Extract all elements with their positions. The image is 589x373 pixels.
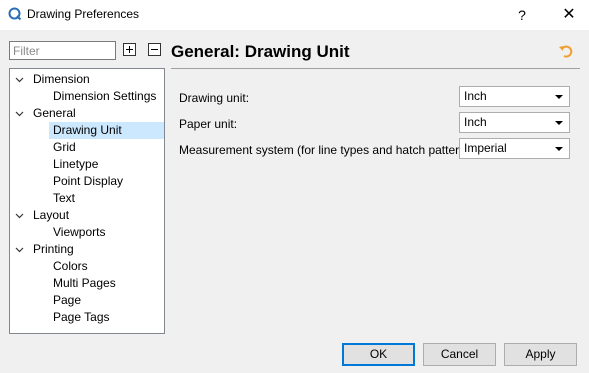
window-title: Drawing Preferences: [27, 7, 140, 21]
close-button[interactable]: ✕: [549, 0, 589, 30]
header-divider: [171, 68, 580, 69]
measurement-system-select[interactable]: Imperial: [459, 138, 570, 159]
tree-item-label: Grid: [53, 140, 76, 154]
tree-item-label: Drawing Unit: [53, 123, 122, 137]
tree-item-layout[interactable]: Layout: [10, 207, 164, 224]
drawing-unit-select[interactable]: Inch: [459, 86, 570, 107]
dropdown-arrow-icon: [555, 95, 563, 99]
filter-input[interactable]: [9, 41, 116, 60]
tree-item-text[interactable]: Text: [53, 190, 75, 207]
tree-item-dimension-settings[interactable]: Dimension Settings: [53, 88, 156, 105]
tree-item-label: Dimension Settings: [53, 89, 157, 103]
paper-unit-select[interactable]: Inch: [459, 112, 570, 133]
tree-item-linetype[interactable]: Linetype: [53, 156, 98, 173]
title-bar: Drawing Preferences ? ✕: [0, 0, 589, 30]
category-tree[interactable]: Dimension Dimension Settings General Dra…: [9, 68, 165, 334]
tree-item-dimension[interactable]: Dimension: [10, 71, 164, 88]
chevron-down-icon: [15, 77, 24, 83]
tree-item-label: Layout: [33, 208, 70, 222]
tree-item-label: Dimension: [33, 72, 90, 86]
tree-item-printing[interactable]: Printing: [10, 241, 164, 258]
tree-item-point-display[interactable]: Point Display: [53, 173, 123, 190]
reset-icon[interactable]: [558, 43, 574, 59]
measurement-system-value: Imperial: [464, 141, 507, 155]
dropdown-arrow-icon: [555, 121, 563, 125]
tree-item-drawing-unit[interactable]: Drawing Unit: [49, 122, 164, 139]
tree-item-label: Colors: [53, 259, 88, 273]
tree-item-page[interactable]: Page: [53, 292, 81, 309]
paper-unit-label: Paper unit:: [179, 117, 238, 131]
chevron-down-icon: [15, 111, 24, 117]
tree-item-colors[interactable]: Colors: [53, 258, 88, 275]
ok-button[interactable]: OK: [342, 343, 415, 366]
app-icon: [8, 7, 22, 21]
tree-item-label: General: [33, 106, 76, 120]
cancel-button[interactable]: Cancel: [423, 343, 496, 366]
tree-item-label: Text: [53, 191, 76, 205]
measurement-system-label: Measurement system (for line types and h…: [179, 143, 480, 157]
tree-item-label: Point Display: [53, 174, 124, 188]
collapse-all-button[interactable]: [148, 43, 161, 56]
tree-item-label: Linetype: [53, 157, 99, 171]
paper-unit-value: Inch: [464, 115, 487, 129]
drawing-unit-value: Inch: [464, 89, 487, 103]
drawing-unit-label: Drawing unit:: [179, 91, 250, 105]
tree-item-general[interactable]: General: [10, 105, 164, 122]
tree-item-multi-pages[interactable]: Multi Pages: [53, 275, 116, 292]
tree-item-label: Viewports: [53, 225, 106, 239]
expand-all-button[interactable]: [123, 43, 136, 56]
tree-item-label: Page: [53, 293, 82, 307]
chevron-down-icon: [15, 213, 24, 219]
help-button[interactable]: ?: [505, 0, 539, 30]
chevron-down-icon: [15, 247, 24, 253]
tree-item-grid[interactable]: Grid: [53, 139, 76, 156]
apply-button[interactable]: Apply: [504, 343, 577, 366]
plus-icon-v: [129, 46, 130, 53]
dropdown-arrow-icon: [555, 147, 563, 151]
tree-item-label: Printing: [33, 242, 74, 256]
tree-item-label: Page Tags: [53, 310, 110, 324]
tree-item-page-tags[interactable]: Page Tags: [53, 309, 110, 326]
tree-item-viewports[interactable]: Viewports: [53, 224, 105, 241]
minus-icon: [151, 49, 158, 50]
page-title: General: Drawing Unit: [171, 42, 350, 61]
tree-item-label: Multi Pages: [53, 276, 116, 290]
